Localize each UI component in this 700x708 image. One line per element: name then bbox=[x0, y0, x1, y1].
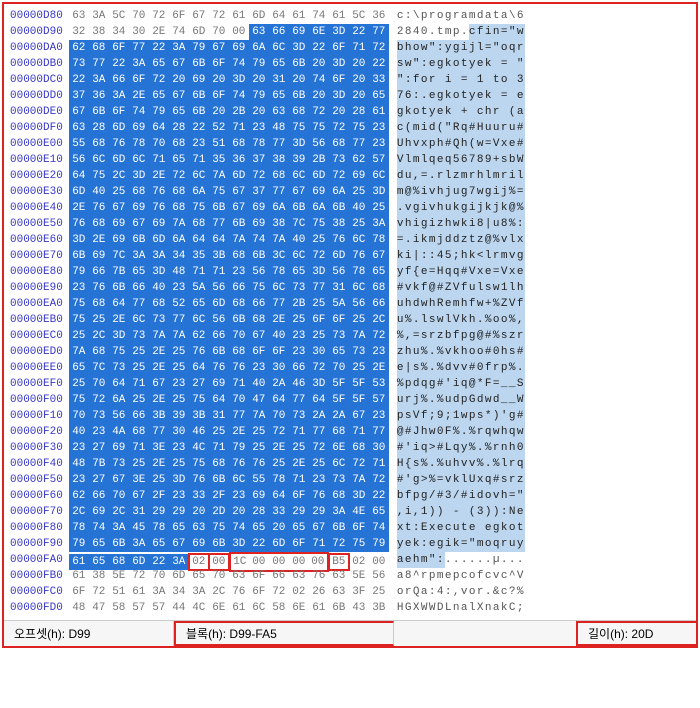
status-length: 길이(h): 20D bbox=[576, 621, 696, 646]
offset-column: 00000D8000000D9000000DA000000DB000000DC0… bbox=[4, 4, 67, 620]
hex-column[interactable]: 633A5C70726F6772616D646174615C3632383430… bbox=[67, 4, 391, 620]
ascii-column[interactable]: c:\programdata\62840.tmp.cfin="wbhow":yg… bbox=[391, 4, 529, 620]
status-offset: 오프셋(h): D99 bbox=[4, 621, 174, 646]
status-bar: 오프셋(h): D99 블록(h): D99-FA5 길이(h): 20D bbox=[4, 620, 696, 646]
hex-viewer: 00000D8000000D9000000DA000000DB000000DC0… bbox=[4, 4, 696, 620]
status-block: 블록(h): D99-FA5 bbox=[174, 621, 394, 646]
hex-viewer-frame: 00000D8000000D9000000DA000000DB000000DC0… bbox=[2, 2, 698, 648]
